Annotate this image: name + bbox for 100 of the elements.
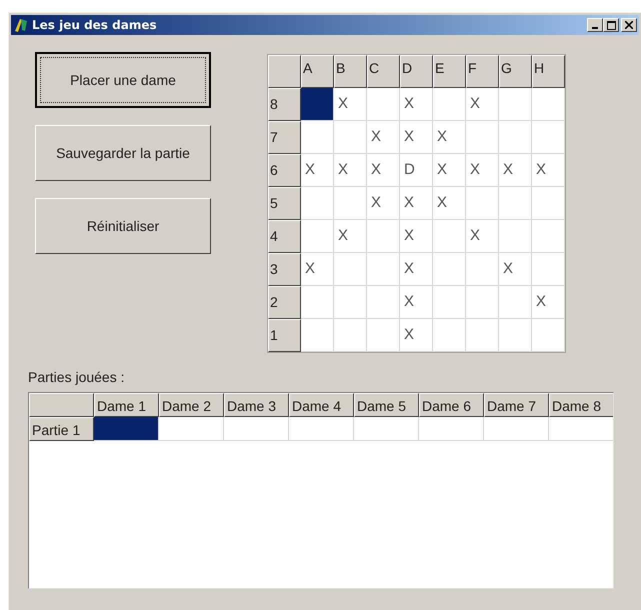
board-cell[interactable] — [301, 319, 334, 352]
board-cell[interactable] — [466, 121, 499, 154]
board-cell[interactable] — [301, 286, 334, 319]
column-header: G — [499, 55, 532, 88]
close-button[interactable] — [621, 18, 637, 32]
row-header: 8 — [268, 88, 301, 121]
board-cell[interactable] — [433, 220, 466, 253]
column-header: Dame 8 — [549, 393, 613, 417]
board-cell[interactable]: X — [499, 154, 532, 187]
board-cell[interactable]: X — [334, 154, 367, 187]
action-button[interactable]: Sauvegarder la partie — [35, 125, 211, 181]
board-cell[interactable] — [334, 286, 367, 319]
board-cell[interactable]: X — [400, 253, 433, 286]
board-cell[interactable]: X — [466, 88, 499, 121]
board-cell[interactable] — [532, 253, 565, 286]
board-cell[interactable] — [532, 220, 565, 253]
board-cell[interactable]: X — [433, 154, 466, 187]
board-cell[interactable]: X — [532, 154, 565, 187]
column-header: Dame 1 — [94, 393, 159, 417]
table-cell[interactable] — [224, 417, 289, 441]
board-cell[interactable]: X — [400, 88, 433, 121]
table-cell[interactable] — [94, 417, 159, 441]
board-cell[interactable]: X — [400, 220, 433, 253]
board-cell[interactable]: X — [334, 220, 367, 253]
column-header: A — [301, 55, 334, 88]
board-cell[interactable] — [466, 319, 499, 352]
board-cell[interactable] — [466, 187, 499, 220]
row-header: 2 — [268, 286, 301, 319]
row-header: 7 — [268, 121, 301, 154]
close-icon — [625, 21, 633, 29]
board-cell[interactable]: X — [301, 154, 334, 187]
board-cell[interactable] — [499, 319, 532, 352]
board-cell[interactable]: X — [367, 121, 400, 154]
board-cell[interactable]: X — [334, 88, 367, 121]
action-button[interactable]: Placer une dame — [35, 52, 211, 108]
maximize-icon — [606, 20, 616, 30]
column-header: Dame 2 — [159, 393, 224, 417]
board-cell[interactable] — [334, 253, 367, 286]
board-cell[interactable] — [499, 121, 532, 154]
board-cell[interactable] — [334, 187, 367, 220]
board-cell[interactable] — [499, 187, 532, 220]
column-header: D — [400, 55, 433, 88]
board-cell[interactable]: X — [400, 187, 433, 220]
board-cell[interactable] — [532, 88, 565, 121]
board-cell[interactable] — [532, 187, 565, 220]
column-header: Dame 5 — [354, 393, 419, 417]
board-cell[interactable] — [433, 319, 466, 352]
row-header: 1 — [268, 319, 301, 352]
minimize-button[interactable] — [587, 18, 603, 32]
table-cell[interactable] — [159, 417, 224, 441]
column-header: B — [334, 55, 367, 88]
board-cell[interactable] — [466, 253, 499, 286]
column-header: E — [433, 55, 466, 88]
table-cell[interactable] — [289, 417, 354, 441]
board-cell[interactable]: X — [301, 253, 334, 286]
board-cell[interactable] — [367, 220, 400, 253]
column-header: F — [466, 55, 499, 88]
board-cell[interactable] — [301, 220, 334, 253]
board-cell[interactable] — [301, 121, 334, 154]
board-cell[interactable] — [532, 319, 565, 352]
table-cell[interactable] — [484, 417, 549, 441]
board-cell[interactable] — [433, 286, 466, 319]
board-cell[interactable] — [367, 319, 400, 352]
row-header: 4 — [268, 220, 301, 253]
board-cell[interactable]: X — [466, 220, 499, 253]
board-cell[interactable]: X — [400, 121, 433, 154]
board-cell[interactable]: X — [400, 286, 433, 319]
column-header: Dame 6 — [419, 393, 484, 417]
board-cell[interactable]: X — [499, 253, 532, 286]
board-cell[interactable] — [499, 88, 532, 121]
column-header: H — [532, 55, 565, 88]
maximize-button[interactable] — [603, 18, 619, 32]
board-cell[interactable] — [367, 253, 400, 286]
board-cell[interactable] — [334, 121, 367, 154]
board-cell[interactable] — [466, 286, 499, 319]
board-cell[interactable] — [334, 319, 367, 352]
board-cell[interactable] — [499, 286, 532, 319]
board-cell[interactable]: X — [532, 286, 565, 319]
column-header: Dame 7 — [484, 393, 549, 417]
row-header: 3 — [268, 253, 301, 286]
board-cell[interactable]: X — [367, 154, 400, 187]
board-cell[interactable]: X — [466, 154, 499, 187]
board-cell[interactable] — [499, 220, 532, 253]
table-cell[interactable] — [419, 417, 484, 441]
board-cell[interactable] — [433, 253, 466, 286]
board-cell[interactable] — [301, 187, 334, 220]
board-cell[interactable] — [367, 286, 400, 319]
board-cell[interactable] — [301, 88, 334, 121]
board-cell[interactable]: X — [367, 187, 400, 220]
board-cell[interactable]: X — [400, 319, 433, 352]
board-cell[interactable]: X — [433, 187, 466, 220]
board-cell[interactable]: X — [433, 121, 466, 154]
board-cell[interactable] — [532, 121, 565, 154]
board-cell[interactable] — [433, 88, 466, 121]
action-button[interactable]: Réinitialiser — [35, 198, 211, 254]
window-title: Les jeu des dames — [32, 17, 157, 34]
table-cell[interactable] — [354, 417, 419, 441]
row-header: 6 — [268, 154, 301, 187]
board-cell[interactable]: D — [400, 154, 433, 187]
board-cell[interactable] — [367, 88, 400, 121]
